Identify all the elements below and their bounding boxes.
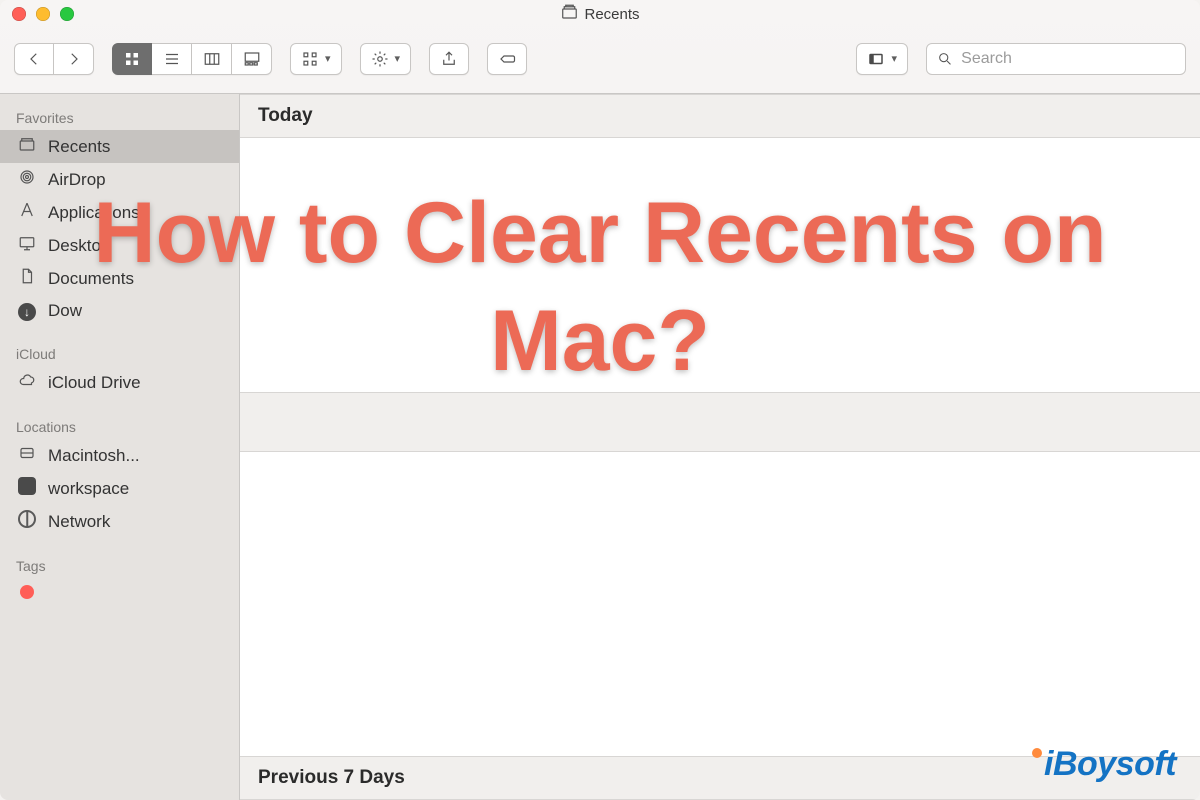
- sidebar-item-label: workspace: [48, 479, 129, 499]
- gear-icon: [371, 50, 389, 68]
- sidebar-item-label: Desktop: [48, 236, 110, 256]
- view-columns-button[interactable]: [192, 43, 232, 75]
- airdrop-icon: [16, 168, 38, 191]
- sidebar-item-airdrop[interactable]: AirDrop: [0, 163, 239, 196]
- sidebar-item-label: Dow: [48, 301, 82, 321]
- share-icon: [440, 50, 458, 68]
- tags-button[interactable]: [487, 43, 527, 75]
- close-window-button[interactable]: [12, 7, 26, 21]
- minimize-window-button[interactable]: [36, 7, 50, 21]
- sidebar-section-icloud: iCloud: [0, 340, 239, 366]
- disk-icon: [16, 444, 38, 467]
- volume-icon: [16, 477, 38, 500]
- sidebar-item-documents[interactable]: Documents: [0, 262, 239, 295]
- search-field[interactable]: [926, 43, 1186, 75]
- sidebar-item-downloads[interactable]: ↓ Dow: [0, 295, 239, 326]
- tag-red-icon: [16, 583, 38, 604]
- sidebar-item-macintosh[interactable]: Macintosh...: [0, 439, 239, 472]
- sidebar-item-network[interactable]: Network: [0, 505, 239, 538]
- chevron-down-icon: ▾: [325, 52, 331, 65]
- share-button[interactable]: [429, 43, 469, 75]
- empty-area: [240, 452, 1200, 756]
- view-group: [112, 43, 272, 75]
- window-body: Favorites Recents AirDrop Applications D…: [0, 94, 1200, 800]
- window-controls: [12, 7, 74, 21]
- recents-icon: [16, 135, 38, 158]
- documents-icon: [16, 267, 38, 290]
- brand-text: iBoysoft: [1044, 745, 1176, 783]
- sidebar-item-workspace[interactable]: workspace: [0, 472, 239, 505]
- logo-dot-icon: [1032, 748, 1042, 758]
- finder-window: Recents: [0, 0, 1200, 800]
- view-icons-button[interactable]: [112, 43, 152, 75]
- gallery-icon: [243, 50, 261, 68]
- sidebar-item-label: Network: [48, 512, 110, 532]
- network-icon: [16, 510, 38, 533]
- grid-icon: [123, 50, 141, 68]
- nav-group: [14, 43, 94, 75]
- sidebar-section-tags: Tags: [0, 552, 239, 578]
- tag-icon: [498, 50, 516, 68]
- group-today-content: [240, 138, 1200, 392]
- sidebar-item-label: iCloud Drive: [48, 373, 141, 393]
- forward-button[interactable]: [54, 43, 94, 75]
- arrange-button[interactable]: ▾: [290, 43, 342, 75]
- sidebar-dropdown-button[interactable]: ▾: [856, 43, 908, 75]
- brand-logo: iBoysoft: [1032, 745, 1176, 784]
- chevron-right-icon: [65, 50, 83, 68]
- chevron-down-icon: ▾: [395, 52, 401, 65]
- list-icon: [163, 50, 181, 68]
- chevron-left-icon: [25, 50, 43, 68]
- columns-icon: [203, 50, 221, 68]
- sidebar-icon: [867, 50, 885, 68]
- sidebar-section-locations: Locations: [0, 413, 239, 439]
- cloud-icon: [16, 371, 38, 394]
- action-button[interactable]: ▾: [360, 43, 412, 75]
- arrange-icon: [301, 50, 319, 68]
- sidebar: Favorites Recents AirDrop Applications D…: [0, 94, 240, 800]
- sidebar-item-label: Documents: [48, 269, 134, 289]
- view-list-button[interactable]: [152, 43, 192, 75]
- view-gallery-button[interactable]: [232, 43, 272, 75]
- sidebar-item-desktop[interactable]: Desktop: [0, 229, 239, 262]
- content-area: Today Previous 7 Days: [240, 94, 1200, 800]
- window-title-text: Recents: [584, 6, 639, 23]
- group-divider: [240, 392, 1200, 452]
- window-title: Recents: [560, 3, 639, 25]
- toolbar: ▾ ▾ ▾: [0, 28, 1200, 94]
- sidebar-item-label: AirDrop: [48, 170, 106, 190]
- sidebar-item-label: Macintosh...: [48, 446, 140, 466]
- sidebar-item-icloud-drive[interactable]: iCloud Drive: [0, 366, 239, 399]
- sidebar-item-label: Applications: [48, 203, 140, 223]
- search-icon: [937, 50, 953, 68]
- recents-icon: [560, 3, 578, 25]
- fullscreen-window-button[interactable]: [60, 7, 74, 21]
- sidebar-item-recents[interactable]: Recents: [0, 130, 239, 163]
- search-input[interactable]: [961, 50, 1175, 68]
- sidebar-item-tag-red[interactable]: [0, 578, 239, 609]
- sidebar-item-label: Recents: [48, 137, 110, 157]
- sidebar-section-favorites: Favorites: [0, 104, 239, 130]
- back-button[interactable]: [14, 43, 54, 75]
- group-header-today[interactable]: Today: [240, 94, 1200, 138]
- chevron-down-icon: ▾: [891, 52, 897, 65]
- sidebar-item-applications[interactable]: Applications: [0, 196, 239, 229]
- downloads-icon: ↓: [16, 300, 38, 321]
- applications-icon: [16, 201, 38, 224]
- titlebar: Recents: [0, 0, 1200, 28]
- desktop-icon: [16, 234, 38, 257]
